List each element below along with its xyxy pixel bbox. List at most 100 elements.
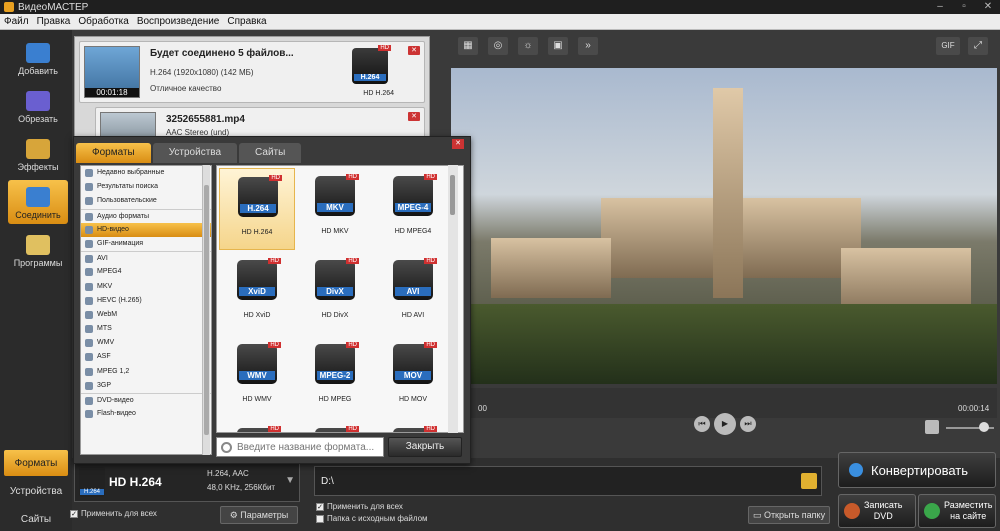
category-icon <box>85 410 93 419</box>
format-search[interactable] <box>216 437 384 457</box>
format-tile[interactable]: HD MPEG-2 HD MPEG <box>297 336 373 418</box>
format-tile-caption: HD AVI <box>401 312 425 319</box>
category-item[interactable]: WebM <box>81 308 211 322</box>
category-item[interactable]: Пользовательские <box>81 194 211 208</box>
category-item[interactable]: 3GP <box>81 379 211 393</box>
category-item[interactable]: MPEG4 <box>81 265 211 279</box>
close-window-button[interactable]: ✕ <box>976 0 1000 14</box>
next-icon[interactable]: ⏭ <box>740 416 756 432</box>
category-item[interactable]: MKV <box>81 280 211 294</box>
category-item[interactable]: Flash-видео <box>81 407 211 421</box>
grid-scrollbar[interactable] <box>448 165 458 433</box>
chevron-down-icon[interactable]: ▼ <box>285 475 295 486</box>
previous-icon[interactable]: ⏮ <box>694 416 710 432</box>
format-search-input[interactable] <box>237 440 381 454</box>
category-item[interactable]: HD-видео <box>81 222 211 237</box>
tab-devices[interactable]: Устройства <box>4 478 68 504</box>
format-tile[interactable]: HD <box>375 420 451 432</box>
format-tile[interactable]: HD <box>219 420 295 432</box>
open-folder-button[interactable]: ▭ Открыть папку <box>748 506 830 524</box>
category-item[interactable]: GIF-анимация <box>81 237 211 251</box>
nav-effects-button[interactable]: Эффекты <box>8 132 68 176</box>
category-item[interactable]: Аудио форматы <box>81 208 211 223</box>
format-tile[interactable]: HDHEVC <box>297 420 373 432</box>
category-label: Аудио форматы <box>97 212 150 220</box>
volume-icon[interactable] <box>925 420 939 434</box>
output-path-field[interactable]: D:\ <box>314 466 822 496</box>
tab-formats[interactable]: Форматы <box>4 450 68 476</box>
fullscreen-icon[interactable]: ⤢ <box>968 37 988 55</box>
nav-add-label: Добавить <box>18 66 58 76</box>
rotate-icon[interactable]: ◎ <box>488 37 508 55</box>
list-item[interactable]: 00:01:18 Будет соединено 5 файлов... H.2… <box>79 41 425 103</box>
maximize-button[interactable]: ▫ <box>952 0 976 14</box>
format-tile[interactable]: HD MOV HD MOV <box>375 336 451 418</box>
category-item[interactable]: AVI <box>81 251 211 265</box>
menu-processing[interactable]: Обработка <box>78 16 128 27</box>
apply-all-path-checkbox[interactable]: ✓ Применить для всех <box>316 502 403 511</box>
menu-edit[interactable]: Правка <box>37 16 71 27</box>
apply-all-checkbox[interactable]: ✓ Применить для всех <box>70 509 157 518</box>
category-item[interactable]: DVD-видео <box>81 393 211 407</box>
nav-apps-button[interactable]: Программы <box>8 228 68 272</box>
nav-add-button[interactable]: Добавить <box>8 36 68 80</box>
category-item[interactable]: MPEG 1,2 <box>81 365 211 379</box>
tab-sites[interactable]: Сайты <box>4 506 68 531</box>
source-folder-checkbox[interactable]: Папка с исходным файлом <box>316 514 428 523</box>
dialog-tab-formats[interactable]: Форматы <box>76 143 151 163</box>
play-icon[interactable]: ▶ <box>714 413 736 435</box>
category-label: HD-видео <box>97 225 129 233</box>
category-item[interactable]: MTS <box>81 322 211 336</box>
burn-dvd-button[interactable]: Записать DVD <box>838 494 916 528</box>
dvd-icon <box>844 503 860 519</box>
camera-icon: HD <box>237 426 281 432</box>
video-preview[interactable] <box>451 68 997 384</box>
crop-icon[interactable]: ▣ <box>548 37 568 55</box>
format-tile[interactable]: HD MKV HD MKV <box>297 168 373 250</box>
category-item[interactable]: Результаты поиска <box>81 180 211 194</box>
format-tile-label: XviD <box>239 287 275 296</box>
minimize-button[interactable]: – <box>928 0 952 14</box>
remove-file-icon[interactable]: ✕ <box>408 46 420 55</box>
nav-trim-button[interactable]: Обрезать <box>8 84 68 128</box>
convert-button[interactable]: Конвертировать <box>838 452 996 488</box>
category-icon <box>85 310 93 319</box>
category-scrollbar[interactable] <box>202 165 210 455</box>
parameters-button[interactable]: ⚙ Параметры <box>220 506 298 524</box>
menu-file[interactable]: Файл <box>4 16 29 27</box>
apps-icon <box>26 235 50 255</box>
menu-help[interactable]: Справка <box>227 16 266 27</box>
category-item[interactable]: HEVC (H.265) <box>81 294 211 308</box>
remove-file-icon[interactable]: ✕ <box>408 112 420 121</box>
volume-knob[interactable] <box>979 422 990 432</box>
format-tile[interactable]: HD MPEG-4 HD MPEG4 <box>375 168 451 250</box>
category-icon <box>85 339 93 348</box>
format-tile[interactable]: HD DivX HD DivX <box>297 252 373 334</box>
format-badge-icon[interactable]: HD H.264 <box>352 45 391 84</box>
format-tile[interactable]: HD AVI HD AVI <box>375 252 451 334</box>
category-item[interactable]: ASF <box>81 350 211 364</box>
publish-button[interactable]: Разместить на сайте <box>918 494 996 528</box>
folder-icon[interactable] <box>801 473 817 489</box>
menu-playback[interactable]: Воспроизведение <box>137 16 220 27</box>
app-icon <box>4 2 14 12</box>
dialog-tab-sites[interactable]: Сайты <box>239 143 302 163</box>
category-item[interactable]: Недавно выбранные <box>81 166 211 180</box>
dialog-tab-devices[interactable]: Устройства <box>152 143 238 163</box>
nav-join-button[interactable]: Соединить <box>8 180 68 224</box>
format-tile[interactable]: HD WMV HD WMV <box>219 336 295 418</box>
format-tile[interactable]: HD XviD HD XviD <box>219 252 295 334</box>
close-icon[interactable]: ✕ <box>452 139 464 149</box>
category-item[interactable]: WMV <box>81 336 211 350</box>
film-strip-icon[interactable]: ▦ <box>458 37 478 55</box>
camera-icon: HD MPEG-4 <box>393 174 437 216</box>
brightness-icon[interactable]: ☼ <box>518 37 538 55</box>
output-format-selector[interactable]: H.264 HD H.264 H.264, AAC 48,0 KHz, 256К… <box>74 462 300 502</box>
dialog-close-button[interactable]: Закрыть <box>388 437 462 457</box>
gif-button[interactable]: GIF <box>936 37 960 55</box>
join-icon <box>26 187 50 207</box>
format-tile[interactable]: HD H.264 HD H.264 <box>219 168 295 250</box>
window-title: ВидеоМАСТЕР <box>18 1 89 13</box>
category-icon <box>85 183 93 192</box>
speed-icon[interactable]: » <box>578 37 598 55</box>
